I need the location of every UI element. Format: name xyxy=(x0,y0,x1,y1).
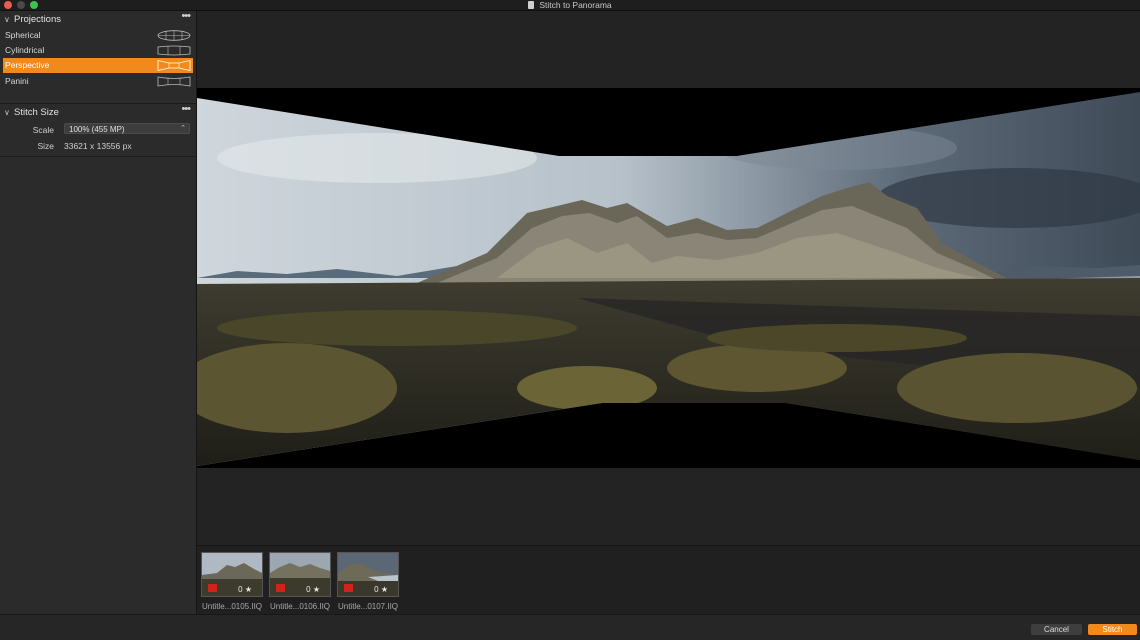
section-divider xyxy=(0,103,196,104)
thumbnail-0105[interactable]: 0 ★ xyxy=(201,552,263,597)
stitch-size-header[interactable]: ∨ Stitch Size ••• xyxy=(0,102,196,120)
cancel-button[interactable]: Cancel xyxy=(1031,624,1082,635)
size-label: Size xyxy=(37,141,54,151)
window-title: Stitch to Panorama xyxy=(0,0,1140,10)
more-options-icon[interactable]: ••• xyxy=(181,102,191,117)
star-rating[interactable]: 0 ★ xyxy=(374,585,388,594)
projections-header[interactable]: ∨ Projections ••• xyxy=(0,9,196,27)
projection-spherical[interactable]: Spherical xyxy=(3,28,193,43)
thumbnail-filename: Untitle...0106.IIQ xyxy=(269,602,331,611)
thumbnail-0106[interactable]: 0 ★ xyxy=(269,552,331,597)
thumbnail-filename: Untitle...0105.IIQ xyxy=(201,602,263,611)
color-tag-badge xyxy=(276,584,285,592)
scale-label: Scale xyxy=(32,125,54,135)
document-icon xyxy=(528,1,535,9)
size-value: 33621 x 13556 px xyxy=(64,141,132,151)
select-arrows-icon: ⌃ xyxy=(180,125,186,132)
projection-perspective[interactable]: Perspective xyxy=(3,58,193,73)
star-rating[interactable]: 0 ★ xyxy=(306,585,320,594)
filmstrip: 0 ★ Untitle...0105.IIQ 0 ★ Untitle...010… xyxy=(197,545,1140,615)
cylindrical-icon xyxy=(157,45,191,56)
thumbnail-0107[interactable]: 0 ★ xyxy=(337,552,399,597)
projection-panini[interactable]: Panini xyxy=(3,74,193,89)
more-options-icon[interactable]: ••• xyxy=(181,9,191,24)
chevron-down-icon[interactable]: ∨ xyxy=(4,105,10,120)
chevron-down-icon[interactable]: ∨ xyxy=(4,12,10,27)
sidebar: ∨ Projections ••• Spherical Cylindrical … xyxy=(0,9,197,614)
projection-cylindrical[interactable]: Cylindrical xyxy=(3,43,193,58)
panorama-preview[interactable] xyxy=(197,11,1140,545)
spherical-icon xyxy=(157,30,191,41)
perspective-icon xyxy=(157,60,191,71)
panini-icon xyxy=(157,76,191,87)
bottom-bar: Cancel Stitch xyxy=(0,614,1140,640)
color-tag-badge xyxy=(344,584,353,592)
stitch-button[interactable]: Stitch xyxy=(1088,624,1137,635)
scale-select[interactable]: 100% (455 MP) ⌃ xyxy=(64,123,190,134)
section-divider xyxy=(0,156,196,157)
panorama-image xyxy=(197,88,1140,468)
color-tag-badge xyxy=(208,584,217,592)
thumbnail-filename: Untitle...0107.IIQ xyxy=(337,602,399,611)
star-rating[interactable]: 0 ★ xyxy=(238,585,252,594)
title-bar: Stitch to Panorama xyxy=(0,0,1140,11)
